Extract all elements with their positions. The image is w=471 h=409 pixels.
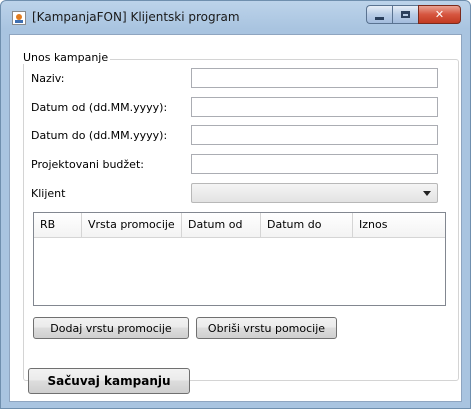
- java-app-icon: [12, 11, 26, 25]
- datum-do-input[interactable]: [191, 125, 438, 145]
- minimize-icon: [375, 16, 384, 20]
- naziv-input[interactable]: [191, 68, 438, 88]
- close-button[interactable]: ✕: [418, 5, 461, 24]
- klijent-combobox[interactable]: [191, 183, 438, 203]
- column-header-rb[interactable]: RB: [34, 213, 82, 238]
- title-bar[interactable]: [KampanjaFON] Klijentski program ✕: [1, 1, 470, 34]
- datum-od-label: Datum od (dd.MM.yyyy):: [31, 101, 168, 114]
- chevron-down-icon: [423, 191, 431, 196]
- close-icon: ✕: [434, 8, 445, 21]
- maximize-button[interactable]: [392, 5, 418, 24]
- add-promotion-button[interactable]: Dodaj vrstu promocije: [33, 317, 189, 339]
- budzet-input[interactable]: [191, 154, 438, 174]
- save-campaign-button[interactable]: Sačuvaj kampanju: [28, 368, 190, 394]
- table-header: RB Vrsta promocije Datum od Datum do Izn…: [34, 213, 445, 238]
- column-header-datum-od[interactable]: Datum od: [182, 213, 261, 238]
- promotion-table[interactable]: RB Vrsta promocije Datum od Datum do Izn…: [33, 212, 446, 306]
- column-header-datum-do[interactable]: Datum do: [261, 213, 353, 238]
- column-header-iznos[interactable]: Iznos: [353, 213, 445, 238]
- datum-do-label: Datum do (dd.MM.yyyy):: [31, 129, 168, 142]
- group-title: Unos kampanje: [21, 51, 111, 64]
- klijent-label: Klijent: [31, 187, 66, 200]
- naziv-label: Naziv:: [31, 72, 65, 85]
- column-header-vrsta[interactable]: Vrsta promocije: [82, 213, 182, 238]
- delete-promotion-button[interactable]: Obriši vrstu pomocije: [196, 317, 337, 339]
- maximize-icon: [401, 11, 410, 18]
- budzet-label: Projektovani budžet:: [31, 158, 144, 171]
- window-controls: ✕: [366, 5, 461, 25]
- datum-od-input[interactable]: [191, 97, 438, 117]
- minimize-button[interactable]: [366, 5, 392, 24]
- window-title: [KampanjaFON] Klijentski program: [32, 10, 240, 24]
